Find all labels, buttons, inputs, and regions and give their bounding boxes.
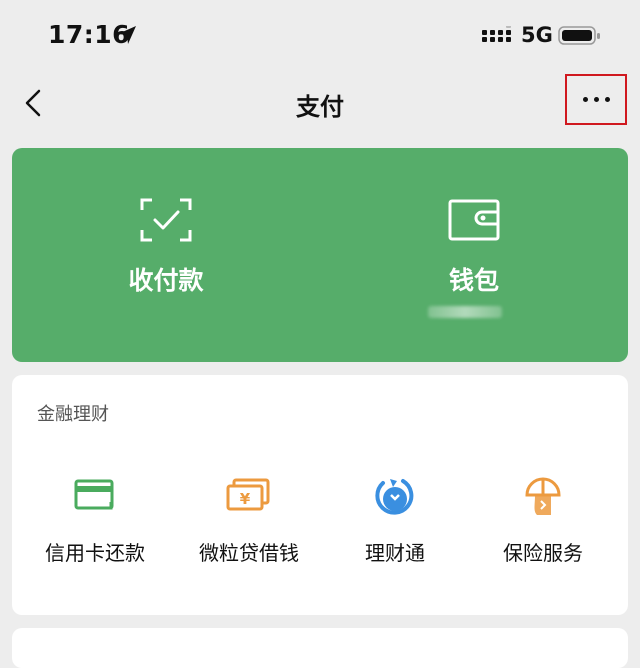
- insurance-umbrella-icon: [523, 475, 563, 523]
- network-type: 5G: [521, 23, 553, 47]
- section-title: 金融理财: [37, 404, 109, 425]
- licaitong-button[interactable]: 理财通: [318, 475, 472, 575]
- credit-card-icon: [73, 475, 117, 519]
- battery-icon: [558, 25, 602, 51]
- more-dot: [604, 97, 610, 102]
- service-label: 理财通: [365, 541, 425, 565]
- weilidai-loan-button[interactable]: ¥ 微粒贷借钱: [172, 475, 326, 575]
- yuan-bills-icon: ¥: [225, 475, 273, 519]
- svg-text:¥: ¥: [240, 490, 251, 508]
- location-arrow-icon: [116, 24, 138, 50]
- next-section-card: [12, 628, 628, 668]
- wallet-icon: [448, 198, 500, 246]
- pay-receive-label: 收付款: [128, 266, 204, 295]
- service-label: 保险服务: [503, 541, 583, 565]
- credit-card-repay-button[interactable]: 信用卡还款: [18, 475, 172, 575]
- status-bar: 17:16 5G: [0, 0, 640, 70]
- insurance-service-button[interactable]: 保险服务: [466, 475, 620, 575]
- service-label: 微粒贷借钱: [199, 541, 299, 565]
- cellular-signal-icon: [482, 23, 514, 50]
- wallet-button[interactable]: 钱包: [320, 148, 628, 362]
- payment-card: 收付款 钱包: [12, 148, 628, 362]
- page-title: 支付: [296, 93, 344, 121]
- licaitong-icon: [373, 475, 417, 523]
- wallet-label: 钱包: [448, 266, 499, 295]
- scan-check-icon: [140, 198, 192, 246]
- service-label: 信用卡还款: [45, 541, 145, 565]
- more-options-button[interactable]: [565, 74, 627, 125]
- more-dots-icon: [582, 97, 588, 102]
- wallet-balance-blurred: [428, 306, 502, 318]
- more-dot: [593, 97, 599, 102]
- navigation-bar: 支付: [0, 70, 640, 136]
- pay-receive-button[interactable]: 收付款: [12, 148, 320, 362]
- finance-section: 金融理财 信用卡还款 ¥ 微粒贷借钱 理财通 保险服务: [12, 375, 628, 615]
